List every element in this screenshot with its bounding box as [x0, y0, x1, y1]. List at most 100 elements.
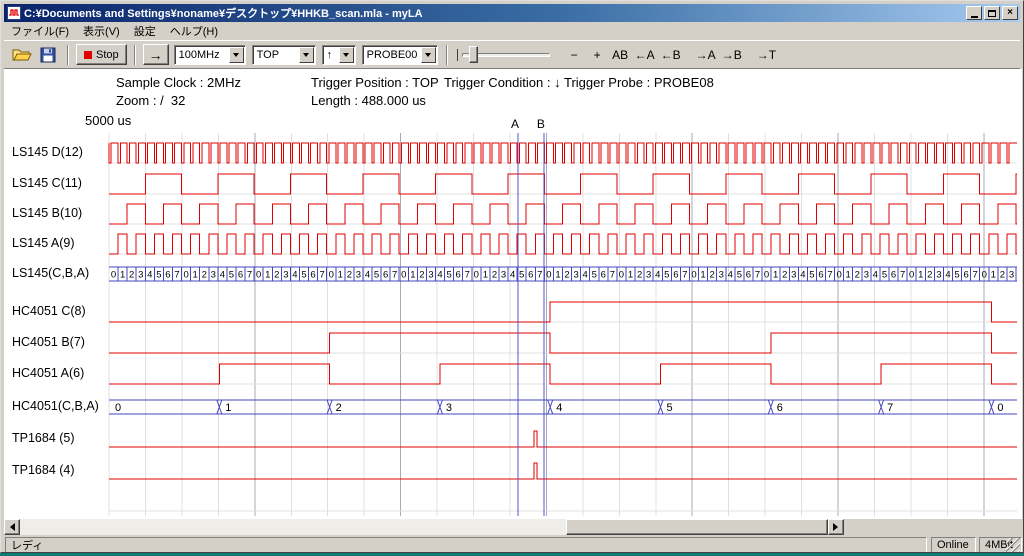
wave-HC4051 A(6) — [109, 364, 1017, 384]
trigger-probe-combo[interactable]: PROBE00 — [362, 45, 438, 65]
close-button[interactable]: × — [1002, 6, 1018, 20]
svg-text:4: 4 — [945, 270, 950, 281]
scroll-left-button[interactable] — [4, 519, 20, 535]
menu-help[interactable]: ヘルプ(H) — [163, 21, 225, 41]
scroll-right-button[interactable] — [828, 519, 844, 535]
svg-text:7: 7 — [174, 270, 179, 281]
goto-cursor-a-button[interactable]: ←A — [632, 45, 658, 65]
svg-text:6: 6 — [238, 270, 243, 281]
save-file-button[interactable] — [36, 44, 60, 66]
svg-text:0: 0 — [546, 270, 551, 281]
open-file-button[interactable] — [10, 44, 34, 66]
wave-HC4051 B(7) — [109, 333, 1017, 353]
svg-text:0: 0 — [836, 270, 841, 281]
wave-TP1684 (4) — [109, 463, 1017, 479]
svg-text:1: 1 — [846, 270, 851, 281]
svg-text:2: 2 — [336, 402, 342, 414]
svg-text:5: 5 — [667, 402, 673, 414]
dropdown-arrow-icon[interactable] — [421, 47, 436, 63]
svg-text:6: 6 — [456, 270, 461, 281]
svg-text:0: 0 — [474, 270, 479, 281]
svg-text:4: 4 — [728, 270, 733, 281]
svg-text:1: 1 — [773, 270, 778, 281]
window-title: C:¥Documents and Settings¥noname¥デスクトップ¥… — [24, 5, 962, 21]
app-icon — [7, 6, 21, 20]
svg-text:6: 6 — [746, 270, 751, 281]
wave-LS145 D(12) — [109, 143, 1017, 163]
svg-text:3: 3 — [573, 270, 578, 281]
svg-text:1: 1 — [338, 270, 343, 281]
minimize-icon — [971, 16, 978, 18]
status-online: Online — [931, 537, 976, 553]
zoom-slider-thumb[interactable] — [469, 46, 478, 63]
cursor-ab-button[interactable]: AB — [609, 45, 632, 65]
menu-view[interactable]: 表示(V) — [76, 21, 127, 41]
svg-text:3: 3 — [1009, 270, 1014, 281]
svg-text:5: 5 — [156, 270, 161, 281]
svg-text:6: 6 — [673, 270, 678, 281]
menu-settings[interactable]: 設定 — [127, 21, 163, 41]
svg-text:1: 1 — [918, 270, 923, 281]
svg-text:2: 2 — [419, 270, 424, 281]
svg-text:4: 4 — [655, 270, 660, 281]
svg-text:0: 0 — [691, 270, 696, 281]
svg-text:4: 4 — [510, 270, 515, 281]
svg-text:1: 1 — [555, 270, 560, 281]
trigger-position-combo[interactable]: TOP — [252, 45, 316, 65]
zoom-out-button[interactable]: − — [563, 45, 586, 65]
svg-text:4: 4 — [437, 270, 442, 281]
set-cursor-b-button[interactable]: →B — [719, 45, 745, 65]
svg-text:0: 0 — [982, 270, 987, 281]
minimize-button[interactable] — [966, 6, 982, 20]
wave-LS145 C(11) — [109, 174, 1017, 194]
svg-text:7: 7 — [887, 402, 893, 414]
toolbar-separator — [446, 45, 448, 65]
run-button[interactable]: → — [143, 44, 169, 65]
sample-clock-combo[interactable]: 100MHz — [174, 45, 246, 65]
svg-text:6: 6 — [963, 270, 968, 281]
svg-text:2: 2 — [782, 270, 787, 281]
goto-trigger-button[interactable]: →T — [754, 45, 779, 65]
svg-text:6: 6 — [601, 270, 606, 281]
svg-text:3: 3 — [501, 270, 506, 281]
svg-text:5: 5 — [374, 270, 379, 281]
svg-text:1: 1 — [265, 270, 270, 281]
scrollbar-thumb[interactable] — [566, 519, 828, 535]
titlebar[interactable]: C:¥Documents and Settings¥noname¥デスクトップ¥… — [4, 4, 1020, 22]
wave-HC4051 C(8) — [109, 302, 1017, 322]
dropdown-arrow-icon[interactable] — [229, 47, 244, 63]
svg-text:5: 5 — [446, 270, 451, 281]
svg-text:1: 1 — [628, 270, 633, 281]
resize-grip[interactable] — [1006, 538, 1020, 552]
svg-text:0: 0 — [115, 402, 121, 414]
svg-text:A: A — [511, 117, 519, 131]
horizontal-scrollbar[interactable] — [4, 519, 844, 535]
svg-text:2: 2 — [564, 270, 569, 281]
svg-text:7: 7 — [247, 270, 252, 281]
svg-text:2: 2 — [927, 270, 932, 281]
stop-button[interactable]: Stop — [76, 44, 127, 65]
set-cursor-a-button[interactable]: →A — [693, 45, 719, 65]
dropdown-arrow-icon[interactable] — [299, 47, 314, 63]
svg-text:2: 2 — [492, 270, 497, 281]
maximize-button[interactable] — [984, 6, 1000, 20]
goto-cursor-b-button[interactable]: ←B — [658, 45, 684, 65]
dropdown-arrow-icon[interactable] — [339, 47, 354, 63]
svg-text:4: 4 — [873, 270, 878, 281]
zoom-slider[interactable] — [457, 44, 550, 66]
svg-text:4: 4 — [583, 270, 588, 281]
waveform-plot[interactable]: 0123456701234567012345670123456701234567… — [4, 69, 1022, 519]
svg-text:3: 3 — [646, 270, 651, 281]
svg-text:6: 6 — [891, 270, 896, 281]
svg-text:1: 1 — [410, 270, 415, 281]
svg-text:4: 4 — [556, 402, 562, 414]
toolbar-separator — [67, 45, 69, 65]
trigger-edge-combo[interactable]: ↑ — [322, 45, 356, 65]
zoom-in-button[interactable]: + — [586, 45, 609, 65]
menu-file[interactable]: ファイル(F) — [4, 21, 76, 41]
scroll-right-icon — [833, 523, 842, 531]
svg-text:7: 7 — [610, 270, 615, 281]
svg-text:5: 5 — [954, 270, 959, 281]
svg-text:4: 4 — [800, 270, 805, 281]
sample-clock-value: 100MHz — [175, 46, 228, 64]
